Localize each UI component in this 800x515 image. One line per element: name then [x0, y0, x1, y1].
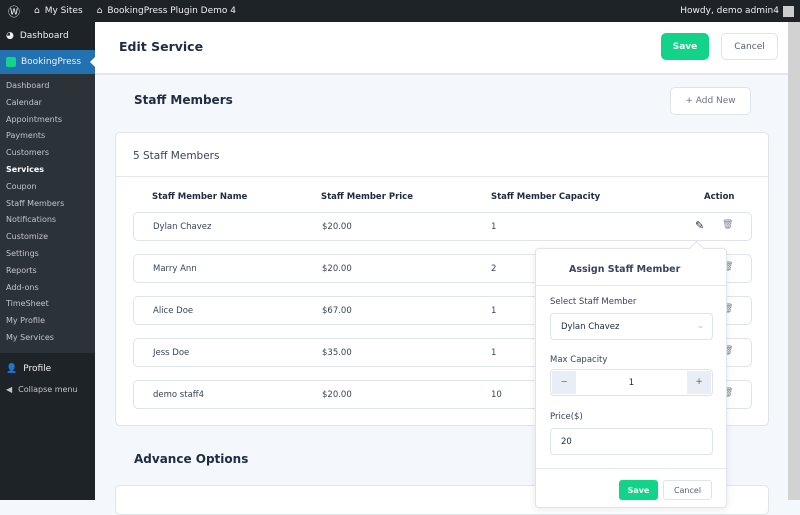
capacity-stepper: − 1 +	[550, 369, 713, 396]
staff-members-title: Staff Members	[134, 93, 233, 107]
sidebar-subitem-reports[interactable]: Reports	[0, 263, 95, 280]
select-staff-label: Select Staff Member	[550, 297, 637, 307]
submenu: Dashboard Calendar Appointments Payments Cus…	[0, 74, 95, 353]
price-input[interactable]: 20	[550, 428, 713, 455]
staff-capacity: 1	[491, 306, 497, 316]
staff-capacity: 1	[491, 222, 497, 232]
sites-icon: ⌂	[34, 6, 40, 16]
staff-price: $67.00	[322, 306, 352, 316]
sidebar-subitem-my-profile[interactable]: My Profile	[0, 313, 95, 330]
increment-button[interactable]: +	[687, 371, 711, 394]
wordpress-logo-icon[interactable]: Ⓦ	[8, 3, 20, 20]
collapse-icon: ◀	[6, 385, 13, 395]
collapse-menu-button[interactable]: ◀ Collapse menu	[0, 381, 95, 399]
chevron-down-icon: ⌄	[697, 321, 704, 330]
cancel-button[interactable]: Cancel	[721, 33, 778, 60]
page-header: Edit Service Save Cancel	[95, 22, 788, 75]
sidebar-subitem-dashboard[interactable]: Dashboard	[0, 78, 95, 95]
add-new-button[interactable]: + Add New	[670, 87, 751, 115]
staff-capacity: 1	[491, 348, 497, 358]
staff-name: Dylan Chavez	[153, 222, 212, 232]
price-label: Price($)	[550, 412, 583, 422]
sidebar-subitem-calendar[interactable]: Calendar	[0, 95, 95, 112]
bookingpress-icon	[6, 57, 16, 67]
user-menu[interactable]: Howdy, demo admin4	[680, 0, 794, 22]
sidebar-subitem-my-services[interactable]: My Services	[0, 330, 95, 347]
column-header: Staff Member Name	[152, 192, 248, 202]
select-staff-dropdown[interactable]: Dylan Chavez ⌄	[550, 313, 713, 340]
sidebar-subitem-add-ons[interactable]: Add-ons	[0, 280, 95, 297]
sidebar-item-bookingpress[interactable]: BookingPress	[0, 50, 95, 74]
sidebar: ◕ Dashboard BookingPress Dashboard Calenda…	[0, 22, 95, 500]
staff-price: $35.00	[322, 348, 352, 358]
edit-icon[interactable]: ✎	[695, 219, 704, 232]
sidebar-subitem-settings[interactable]: Settings	[0, 246, 95, 263]
staff-capacity: 10	[491, 390, 502, 400]
sidebar-subitem-customize[interactable]: Customize	[0, 229, 95, 246]
sidebar-subitem-customers[interactable]: Customers	[0, 145, 95, 162]
column-header: Staff Member Price	[321, 192, 413, 202]
staff-name: Alice Doe	[153, 306, 194, 316]
table-row: Dylan Chavez $20.00 1 ✎ 🗑	[133, 212, 752, 241]
staff-name: Marry Ann	[153, 264, 197, 274]
dashboard-icon: ◕	[6, 31, 14, 41]
home-icon: ⌂	[96, 6, 103, 16]
trash-icon[interactable]: 🗑	[722, 220, 733, 230]
save-button[interactable]: Save	[661, 33, 709, 60]
user-icon: 👤	[6, 363, 18, 374]
popover-save-button[interactable]: Save	[619, 480, 658, 500]
staff-price: $20.00	[322, 264, 352, 274]
column-header: Action	[704, 192, 735, 202]
sidebar-subitem-payments[interactable]: Payments	[0, 128, 95, 145]
assign-staff-popover: Assign Staff Member Select Staff Member …	[535, 248, 727, 508]
page-title: Edit Service	[119, 39, 204, 54]
sidebar-subitem-timesheet[interactable]: TimeSheet	[0, 296, 95, 313]
max-capacity-label: Max Capacity	[550, 355, 608, 365]
popover-footer: Save Cancel	[536, 468, 726, 508]
sidebar-item-profile[interactable]: 👤 Profile	[0, 357, 95, 381]
popover-cancel-button[interactable]: Cancel	[663, 480, 712, 500]
avatar	[783, 5, 794, 17]
sidebar-item-dashboard[interactable]: ◕ Dashboard	[0, 22, 95, 50]
site-name-link[interactable]: ⌂ BookingPress Plugin Demo 4	[97, 6, 236, 16]
staff-name: demo staff4	[153, 390, 205, 400]
sidebar-subitem-staff-members[interactable]: Staff Members	[0, 196, 95, 213]
sidebar-subitem-coupon[interactable]: Coupon	[0, 179, 95, 196]
popover-title: Assign Staff Member	[536, 249, 726, 286]
my-sites-link[interactable]: ⌂ My Sites	[34, 6, 83, 16]
scrollbar[interactable]	[788, 22, 800, 500]
sidebar-subitem-notifications[interactable]: Notifications	[0, 212, 95, 229]
sidebar-subitem-appointments[interactable]: Appointments	[0, 112, 95, 129]
admin-bar: Ⓦ ⌂ My Sites ⌂ BookingPress Plugin Demo 4 …	[0, 0, 800, 22]
staff-price: $20.00	[322, 390, 352, 400]
staff-count: 5 Staff Members	[116, 133, 768, 177]
staff-price: $20.00	[322, 222, 352, 232]
column-header: Staff Member Capacity	[491, 192, 601, 202]
sidebar-subitem-services[interactable]: Services	[0, 162, 95, 179]
advance-options-title: Advance Options	[134, 452, 249, 466]
staff-name: Jess Doe	[153, 348, 190, 358]
staff-capacity: 2	[491, 264, 497, 274]
